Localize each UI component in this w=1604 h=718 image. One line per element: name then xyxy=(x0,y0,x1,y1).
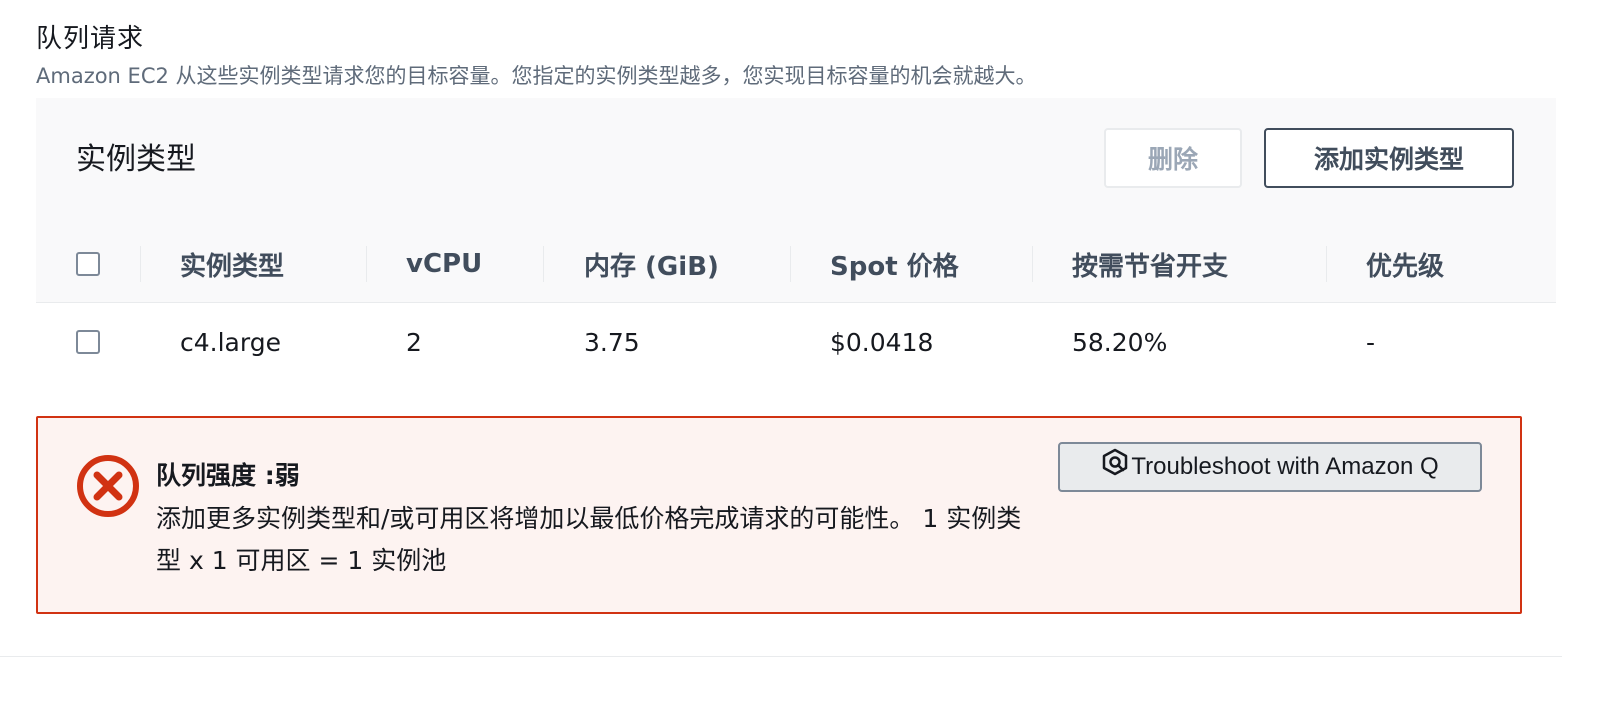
column-divider xyxy=(543,246,544,282)
table-header: 实例类型 删除 添加实例类型 xyxy=(36,98,1556,227)
column-header-vcpu[interactable]: vCPU xyxy=(406,226,482,302)
column-header-savings[interactable]: 按需节省开支 xyxy=(1072,226,1228,302)
alert-message: 添加更多实例类型和/或可用区将增加以最低价格完成请求的可能性。 1 实例类型 x… xyxy=(156,504,1022,575)
fleet-strength-alert: 队列强度 :弱 添加更多实例类型和/或可用区将增加以最低价格完成请求的可能性。 … xyxy=(36,416,1522,614)
divider xyxy=(0,656,1562,657)
cell-savings: 58.20% xyxy=(1072,327,1168,357)
column-header-spot-price[interactable]: Spot 价格 xyxy=(830,226,959,302)
troubleshoot-button-label: Troubleshoot with Amazon Q xyxy=(1131,453,1439,480)
table-row[interactable]: c4.large 2 3.75 $0.0418 58.20% - xyxy=(36,303,1556,381)
cell-instance-type: c4.large xyxy=(180,327,281,357)
cell-spot-price: $0.0418 xyxy=(830,327,934,357)
section-description: Amazon EC2 从这些实例类型请求您的目标容量。您指定的实例类型越多，您实… xyxy=(36,64,1037,88)
section-title: 队列请求 xyxy=(36,24,145,54)
column-header-instance-type[interactable]: 实例类型 xyxy=(180,226,284,302)
alert-title: 队列强度 :弱 xyxy=(156,461,300,490)
select-all-cell xyxy=(76,226,100,302)
row-select-cell xyxy=(76,303,100,381)
column-header-memory[interactable]: 内存 (GiB) xyxy=(584,226,719,302)
row-checkbox[interactable] xyxy=(76,330,100,354)
column-divider xyxy=(1032,246,1033,282)
table-column-headers: 实例类型 vCPU 内存 (GiB) Spot 价格 按需节省开支 优先级 xyxy=(36,226,1556,303)
error-circle-icon xyxy=(77,455,139,517)
column-header-priority[interactable]: 优先级 xyxy=(1366,226,1444,302)
cell-priority: - xyxy=(1366,327,1376,357)
page: 队列请求 Amazon EC2 从这些实例类型请求您的目标容量。您指定的实例类型… xyxy=(0,0,1604,718)
cell-memory: 3.75 xyxy=(584,327,640,357)
add-instance-type-button[interactable]: 添加实例类型 xyxy=(1264,128,1514,188)
table-title: 实例类型 xyxy=(76,142,196,177)
column-divider xyxy=(1326,246,1327,282)
column-divider xyxy=(140,246,141,282)
select-all-checkbox[interactable] xyxy=(76,252,100,276)
troubleshoot-amazon-q-button[interactable]: Troubleshoot with Amazon Q xyxy=(1058,442,1482,492)
instance-types-table: 实例类型 删除 添加实例类型 实例类型 vCPU 内存 (GiB) Spot 价… xyxy=(36,98,1556,408)
column-divider xyxy=(366,246,367,282)
amazon-q-icon xyxy=(1103,448,1128,476)
delete-button[interactable]: 删除 xyxy=(1104,128,1242,188)
cell-vcpu: 2 xyxy=(406,327,422,357)
column-divider xyxy=(790,246,791,282)
